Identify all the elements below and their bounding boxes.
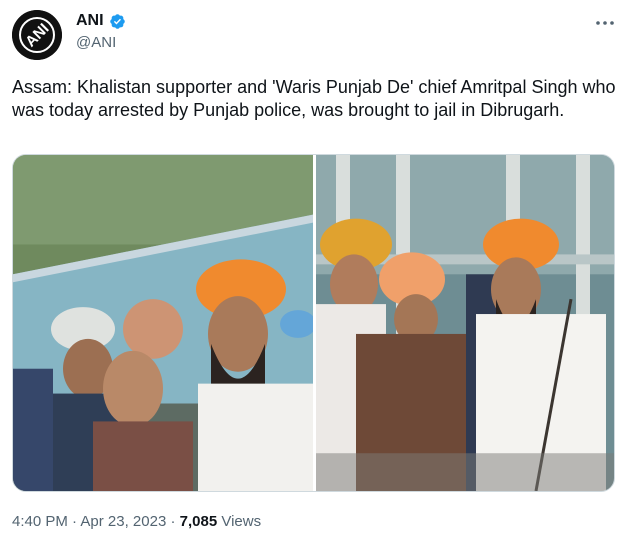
author-name[interactable]: ANI	[76, 12, 104, 30]
verified-badge-icon	[109, 13, 125, 29]
meta-separator: ·	[72, 513, 78, 530]
avatar[interactable]: ANI	[12, 10, 62, 60]
author-handle[interactable]: @ANI	[76, 34, 116, 51]
tweet-text: Assam: Khalistan supporter and 'Waris Pu…	[12, 77, 616, 120]
tweet-media[interactable]	[12, 154, 615, 492]
ani-logo-icon: ANI	[12, 10, 62, 60]
meta-separator-2: ·	[170, 513, 176, 530]
tweet-date[interactable]: Apr 23, 2023	[80, 513, 166, 530]
tweet-time[interactable]: 4:40 PM	[12, 513, 68, 530]
views-label: Views	[221, 513, 262, 530]
tweet-photo-left[interactable]	[13, 155, 313, 491]
tweet-meta: 4:40 PM · Apr 23, 2023 · 7,085 Views	[12, 513, 261, 530]
tweet-card[interactable]: ANI ANI @ANI Assam: Khalistan supporter …	[0, 0, 640, 547]
views-count: 7,085	[179, 513, 218, 530]
tweet-photo-right[interactable]	[316, 155, 615, 491]
more-dots-icon[interactable]	[594, 12, 616, 34]
